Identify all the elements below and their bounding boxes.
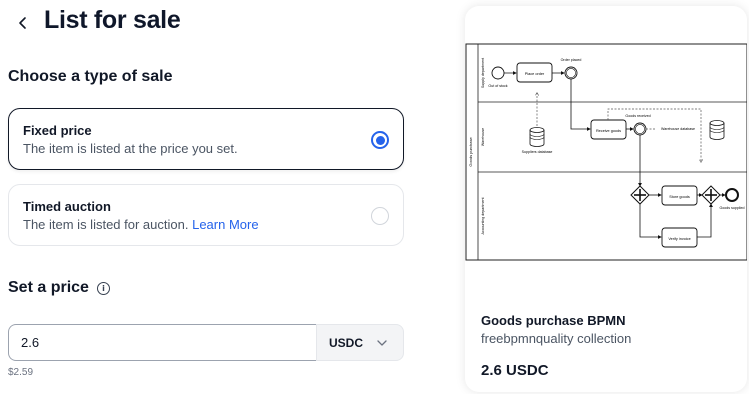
lane-label: Warehouse: [481, 128, 485, 146]
page-title: List for sale: [44, 6, 181, 34]
set-price-heading-row: Set a price i: [8, 279, 110, 297]
bpmn-diagram: Goods purchase Supply department Warehou…: [465, 43, 747, 261]
node-label: Verify invoice: [668, 237, 690, 241]
end-event: [725, 188, 739, 202]
item-price: 2.6 USDC: [481, 362, 549, 379]
learn-more-link[interactable]: Learn More: [192, 217, 258, 232]
node-label: Store goods: [669, 195, 690, 199]
node-label: Warehouse database: [661, 127, 695, 131]
currency-label: USDC: [329, 335, 364, 350]
node-label: Out of stock: [488, 84, 507, 88]
back-button[interactable]: [12, 12, 34, 34]
set-price-heading: Set a price: [8, 279, 89, 296]
option-description: The item is listed at the price you set.: [23, 141, 238, 156]
chevron-down-icon: [377, 339, 387, 346]
option-description: The item is listed for auction. Learn Mo…: [23, 217, 389, 232]
sale-type-heading: Choose a type of sale: [8, 68, 173, 85]
lane-label: Accounting department: [481, 198, 485, 235]
item-preview-card[interactable]: Goods purchase Supply department Warehou…: [465, 6, 747, 392]
data-store: [709, 120, 725, 140]
intermediate-event: [633, 122, 647, 136]
node-label: Suppliers database: [522, 150, 553, 154]
currency-select[interactable]: USDC: [316, 324, 404, 361]
intermediate-event: [564, 66, 578, 80]
node-label: Goods received: [625, 114, 650, 118]
option-description-text: The item is listed for auction.: [23, 217, 189, 232]
lane-label: Supply department: [481, 58, 485, 88]
item-collection: freebpmnquality collection: [481, 331, 632, 346]
option-title: Fixed price: [23, 123, 92, 138]
radio-timed-auction[interactable]: [371, 207, 389, 225]
node-label: Place order: [525, 72, 545, 76]
pool-border: [465, 43, 747, 261]
chevron-left-icon: [19, 17, 26, 29]
pool-label: Goods purchase: [468, 137, 473, 167]
start-event: [491, 66, 505, 80]
node-label: Goods supplied: [720, 206, 745, 210]
info-icon[interactable]: i: [96, 281, 110, 295]
sale-option-timed-auction[interactable]: Timed auction The item is listed for auc…: [8, 184, 404, 246]
sale-option-fixed-price[interactable]: Fixed price The item is listed at the pr…: [8, 108, 404, 170]
item-name: Goods purchase BPMN: [481, 313, 626, 328]
node-label: Order placed: [561, 58, 582, 62]
node-label: Receive goods: [596, 129, 621, 133]
option-title: Timed auction: [23, 199, 111, 214]
price-input[interactable]: [8, 324, 316, 361]
converted-price: $2.59: [8, 367, 34, 378]
data-store: [529, 127, 545, 147]
item-image: Goods purchase Supply department Warehou…: [465, 38, 747, 262]
radio-fixed-price[interactable]: [371, 131, 389, 149]
